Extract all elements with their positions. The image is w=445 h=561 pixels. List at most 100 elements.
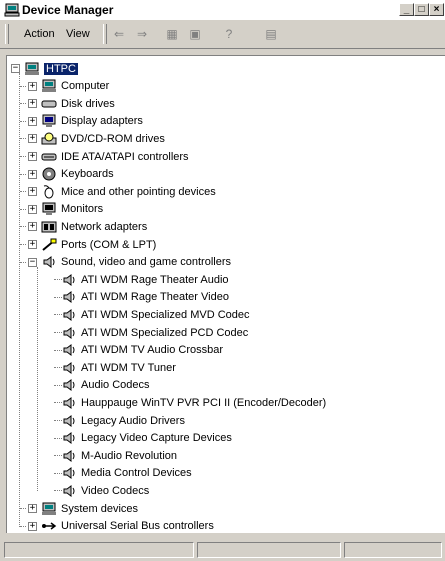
tree-category[interactable]: + Mice and other pointing devices — [28, 183, 216, 200]
device-tree[interactable]: − HTPC + Computer + Disk drives + Display adapt… — [6, 55, 445, 533]
collapse-toggle[interactable]: − — [11, 64, 20, 73]
tree-category[interactable]: + Disk drives — [28, 95, 115, 112]
tree-device[interactable]: Video Codecs — [61, 482, 149, 499]
tree-category[interactable]: + IDE ATA/ATAPI controllers — [28, 148, 189, 165]
forward-icon[interactable]: ⇒ — [133, 25, 151, 43]
network-adapter-icon — [41, 221, 57, 233]
menu-view[interactable]: View — [66, 28, 90, 40]
tree-root[interactable]: − HTPC — [11, 60, 78, 77]
tree-device[interactable]: Hauppauge WinTV PVR PCI II (Encoder/Deco… — [61, 394, 326, 411]
sound-device-icon — [63, 273, 75, 286]
tree-connector — [54, 437, 62, 439]
tree-connector — [20, 244, 26, 245]
tree-category[interactable]: + Universal Serial Bus controllers — [28, 518, 214, 533]
tree-category-label: Monitors — [61, 203, 104, 216]
sound-device-icon — [63, 291, 75, 304]
port-icon — [42, 238, 57, 251]
tree-connector — [54, 420, 62, 421]
status-pane-3 — [344, 542, 442, 558]
tree-connector — [20, 261, 26, 263]
up-icon[interactable]: ▦ — [163, 25, 181, 43]
minimize-button[interactable]: _ — [399, 3, 414, 16]
back-icon[interactable]: ⇐ — [110, 25, 128, 43]
scan-hardware-icon[interactable]: ▤ — [262, 25, 280, 43]
tree-connector — [20, 138, 26, 140]
tree-device-label: ATI WDM Rage Theater Video — [81, 291, 229, 304]
tree-category-label: DVD/CD-ROM drives — [61, 132, 165, 145]
mouse-icon — [43, 184, 54, 199]
tree-device-label: Hauppauge WinTV PVR PCI II (Encoder/Deco… — [81, 396, 327, 409]
expand-toggle[interactable]: + — [28, 222, 37, 232]
status-bar — [0, 539, 445, 561]
maximize-button[interactable]: □ — [414, 3, 429, 16]
tree-category[interactable]: − Sound, video and game controllers — [28, 254, 231, 271]
ide-controller-icon — [41, 153, 57, 160]
expand-toggle[interactable]: + — [28, 169, 37, 179]
expand-toggle[interactable]: + — [28, 521, 37, 531]
tree-device-label: M-Audio Revolution — [81, 449, 177, 462]
tree-category[interactable]: + Ports (COM & LPT) — [28, 236, 156, 253]
tree-category[interactable]: + Network adapters — [28, 218, 147, 235]
collapse-toggle[interactable]: − — [28, 257, 37, 267]
tree-category[interactable]: + DVD/CD-ROM drives — [28, 130, 165, 147]
tree-category[interactable]: + System devices — [28, 500, 138, 517]
tree-connector — [54, 332, 62, 333]
tree-category[interactable]: + Monitors — [28, 201, 103, 218]
expand-toggle[interactable]: + — [28, 240, 37, 249]
tree-category-label: Disk drives — [61, 97, 115, 110]
expand-toggle[interactable]: + — [28, 204, 37, 214]
expand-toggle[interactable]: + — [28, 99, 37, 109]
tree-device[interactable]: Legacy Video Capture Devices — [61, 430, 232, 447]
tree-device[interactable]: ATI WDM Specialized PCD Codec — [61, 324, 248, 341]
tree-device[interactable]: Legacy Audio Drivers — [61, 412, 185, 429]
status-pane-2 — [197, 542, 341, 558]
menu-action[interactable]: Action — [24, 28, 55, 40]
status-pane-1 — [4, 542, 194, 558]
expand-toggle[interactable]: + — [28, 152, 37, 161]
tree-connector — [20, 173, 26, 175]
tree-device[interactable]: ATI WDM Rage Theater Video — [61, 289, 229, 306]
expand-toggle[interactable]: + — [28, 81, 37, 91]
tree-category[interactable]: + Computer — [28, 78, 109, 95]
properties-icon[interactable]: ▣ — [186, 25, 204, 43]
tree-category-label: IDE ATA/ATAPI controllers — [61, 150, 189, 163]
tree-category-label: Keyboards — [61, 168, 114, 181]
expand-toggle[interactable]: + — [28, 134, 37, 144]
title-bar[interactable]: Device Manager _ □ × — [0, 0, 445, 21]
keyboard-icon — [42, 167, 56, 181]
sound-device-icon — [63, 449, 75, 462]
device-manager-window: Device Manager _ □ × Action View ⇐ ⇒ ▦ ▣… — [0, 0, 445, 561]
tree-root-label: HTPC — [44, 62, 78, 75]
help-icon[interactable]: ? — [220, 25, 238, 43]
tree-category-label: Sound, video and game controllers — [61, 256, 231, 269]
tree-device[interactable]: ATI WDM Specialized MVD Codec — [61, 306, 250, 323]
tree-device[interactable]: Audio Codecs — [61, 377, 150, 394]
tree-device[interactable]: Media Control Devices — [61, 465, 192, 482]
tree-connector — [20, 208, 26, 210]
tree-connector — [37, 266, 38, 492]
tree-category-label: Universal Serial Bus controllers — [61, 520, 214, 533]
tree-connector — [54, 296, 62, 298]
expand-toggle[interactable]: + — [28, 504, 37, 513]
tree-device-label: Audio Codecs — [81, 379, 150, 392]
close-button[interactable]: × — [429, 3, 444, 16]
tree-device[interactable]: M-Audio Revolution — [61, 447, 177, 464]
expand-toggle[interactable]: + — [28, 116, 37, 126]
tree-device-label: ATI WDM Specialized PCD Codec — [81, 326, 249, 339]
device-manager-icon — [4, 3, 20, 17]
tree-device[interactable]: ATI WDM Rage Theater Audio — [61, 271, 229, 288]
expand-toggle[interactable]: + — [28, 187, 37, 197]
tree-connector — [54, 279, 62, 281]
disk-drive-icon — [41, 100, 57, 108]
sound-device-icon — [63, 396, 75, 409]
tree-connector — [54, 384, 62, 386]
tree-connector — [54, 367, 62, 369]
tree-device[interactable]: ATI WDM TV Audio Crossbar — [61, 342, 223, 359]
tree-category[interactable]: + Keyboards — [28, 166, 114, 183]
sound-device-icon — [63, 414, 75, 427]
cdrom-icon — [41, 132, 57, 145]
tree-category[interactable]: + Display adapters — [28, 113, 143, 130]
tree-connector — [20, 508, 26, 509]
tree-device[interactable]: ATI WDM TV Tuner — [61, 359, 176, 376]
tree-connector — [54, 349, 62, 351]
